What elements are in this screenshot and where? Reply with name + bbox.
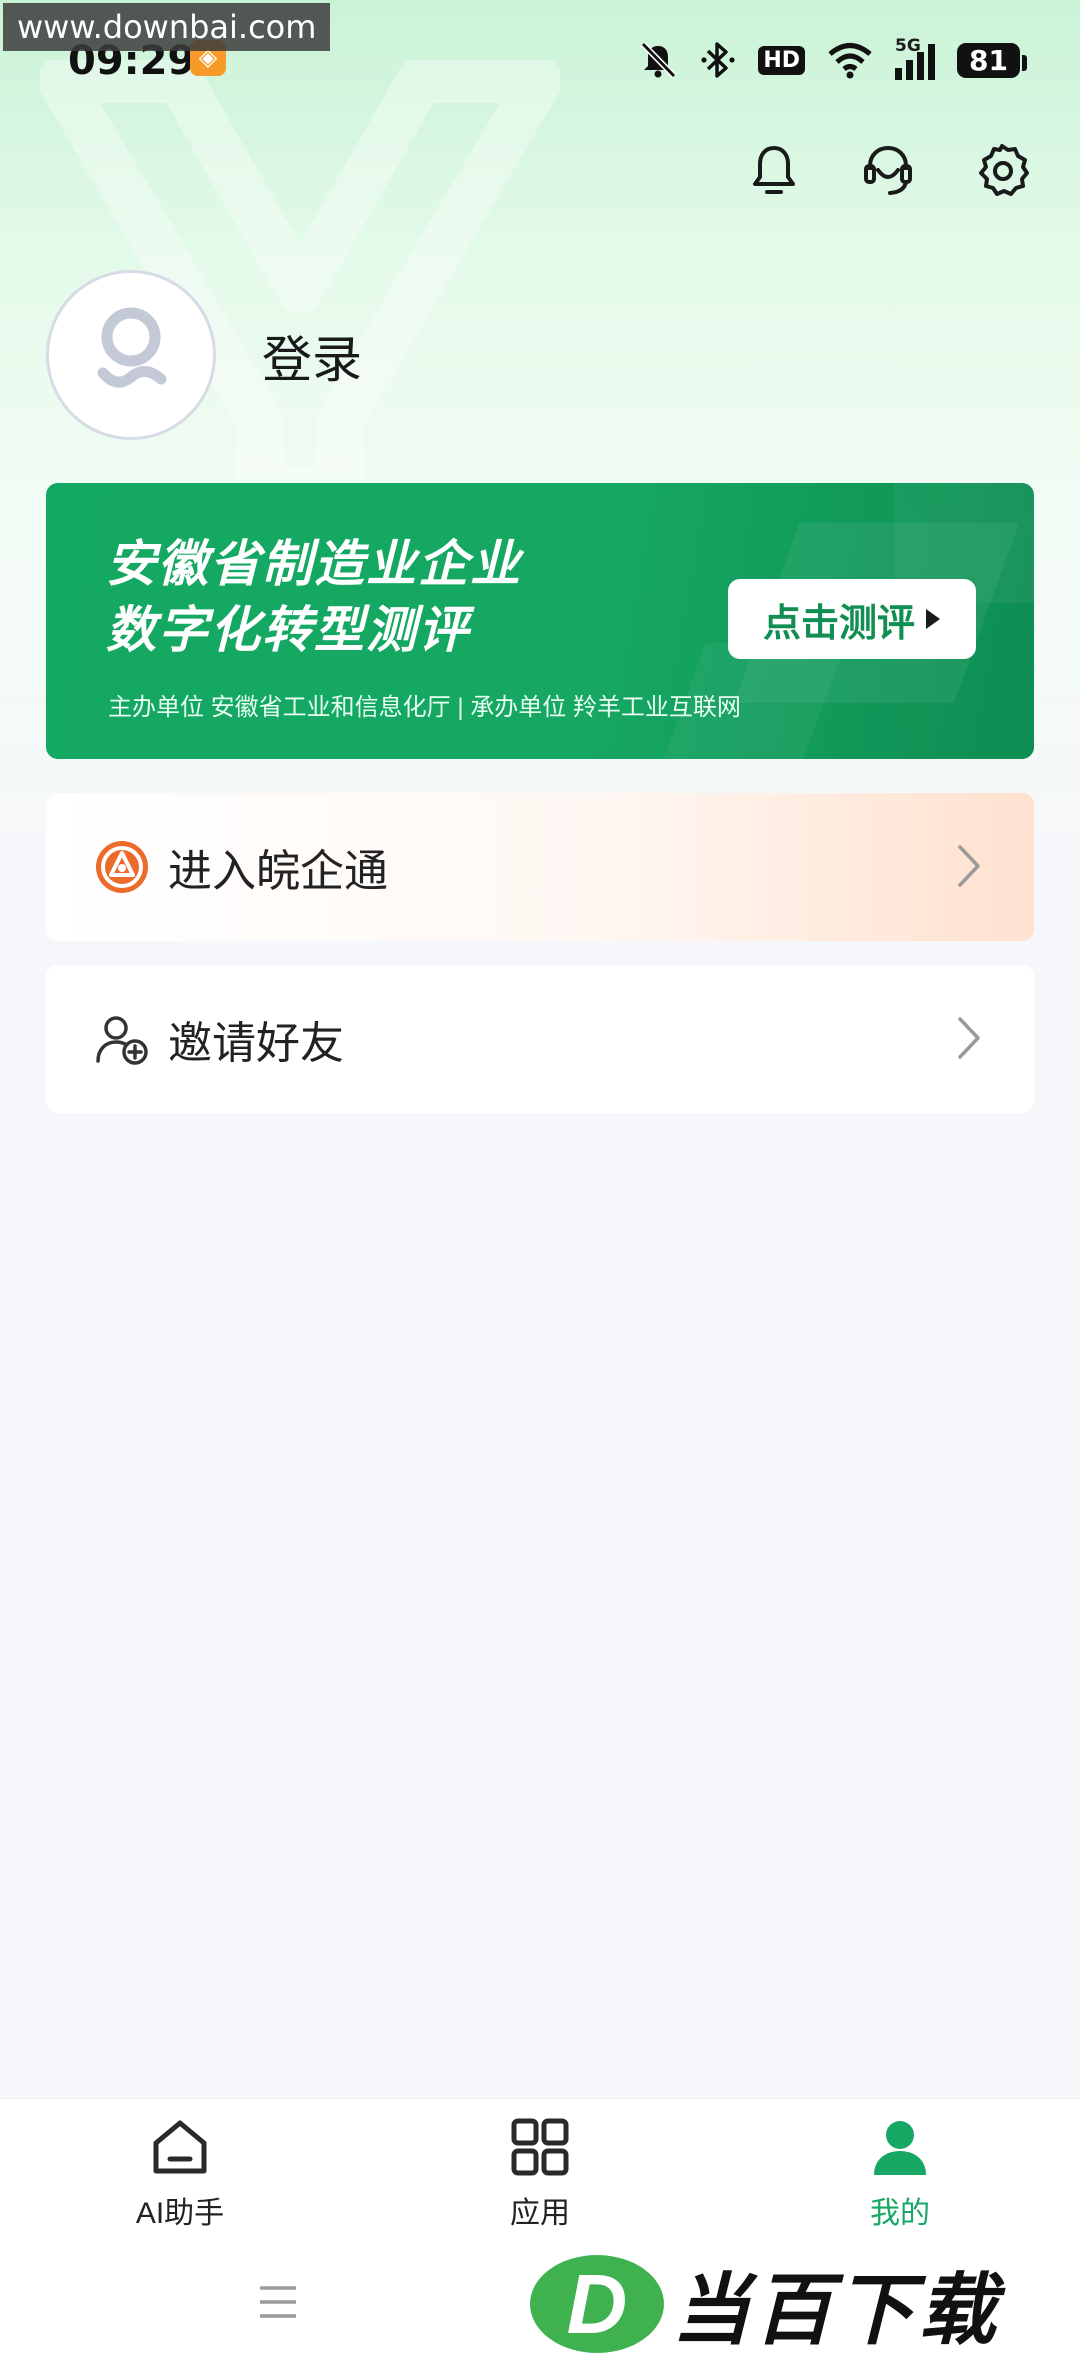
avatar[interactable] bbox=[46, 270, 216, 440]
tab-mine-label: 我的 bbox=[870, 2197, 930, 2230]
bluetooth-icon bbox=[701, 42, 735, 78]
play-arrow-icon bbox=[926, 609, 940, 629]
enter-wanqitong-label: 进入皖企通 bbox=[168, 847, 388, 896]
tab-mine[interactable]: 我的 bbox=[800, 2115, 1000, 2232]
grid-icon bbox=[511, 2118, 569, 2176]
tab-apps-label: 应用 bbox=[510, 2197, 570, 2230]
tab-ai-assistant-label: AI助手 bbox=[135, 2197, 225, 2230]
signal-icon: 5G bbox=[895, 36, 936, 80]
site-watermark: www.downbai.com bbox=[3, 3, 331, 51]
invite-friends-label: 邀请好友 bbox=[168, 1019, 344, 1068]
hd-badge: HD bbox=[758, 45, 806, 75]
settings-gear-icon[interactable] bbox=[972, 140, 1032, 200]
banner-title: 安徽省制造业企业 数字化转型测评 bbox=[106, 531, 522, 663]
mute-bell-icon bbox=[641, 41, 677, 79]
customer-service-icon[interactable] bbox=[858, 140, 918, 200]
wanqitong-logo-icon bbox=[96, 841, 148, 893]
menu-lines-icon[interactable] bbox=[258, 2284, 298, 2320]
bottom-tab-bar: AI助手 应用 我的 bbox=[0, 2098, 1080, 2232]
add-user-icon bbox=[96, 1016, 148, 1065]
brand-watermark-letter: D bbox=[530, 2255, 664, 2353]
banner-title-line2: 数字化转型测评 bbox=[106, 602, 470, 658]
digital-transformation-banner[interactable]: 安徽省制造业企业 数字化转型测评 点击测评 主办单位 安徽省工业和信息化厅 | … bbox=[46, 483, 1034, 759]
banner-organizers: 主办单位 安徽省工业和信息化厅 | 承办单位 羚羊工业互联网 bbox=[108, 694, 741, 721]
default-avatar-icon bbox=[97, 307, 167, 388]
enter-wanqitong-row[interactable]: 进入皖企通 bbox=[46, 793, 1034, 941]
home-icon bbox=[153, 2120, 207, 2174]
battery-indicator: 81 bbox=[957, 42, 1027, 78]
brand-watermark: D 当百下载 bbox=[530, 2248, 1000, 2360]
invite-friends-row[interactable]: 邀请好友 bbox=[46, 965, 1034, 1113]
person-icon bbox=[874, 2121, 926, 2175]
brand-watermark-text: 当百下载 bbox=[672, 2266, 1001, 2354]
chevron-right-icon bbox=[958, 845, 980, 887]
bell-icon[interactable] bbox=[744, 140, 804, 200]
login-link[interactable]: 登录 bbox=[262, 320, 362, 392]
network-type: 5G bbox=[895, 36, 921, 56]
evaluate-button[interactable]: 点击测评 bbox=[728, 579, 976, 659]
tab-apps[interactable]: 应用 bbox=[440, 2115, 640, 2232]
chevron-right-icon bbox=[958, 1017, 980, 1059]
banner-title-line1: 安徽省制造业企业 bbox=[106, 536, 522, 592]
evaluate-button-label: 点击测评 bbox=[762, 602, 915, 645]
wifi-icon bbox=[828, 43, 872, 79]
tab-ai-assistant[interactable]: AI助手 bbox=[80, 2115, 280, 2232]
